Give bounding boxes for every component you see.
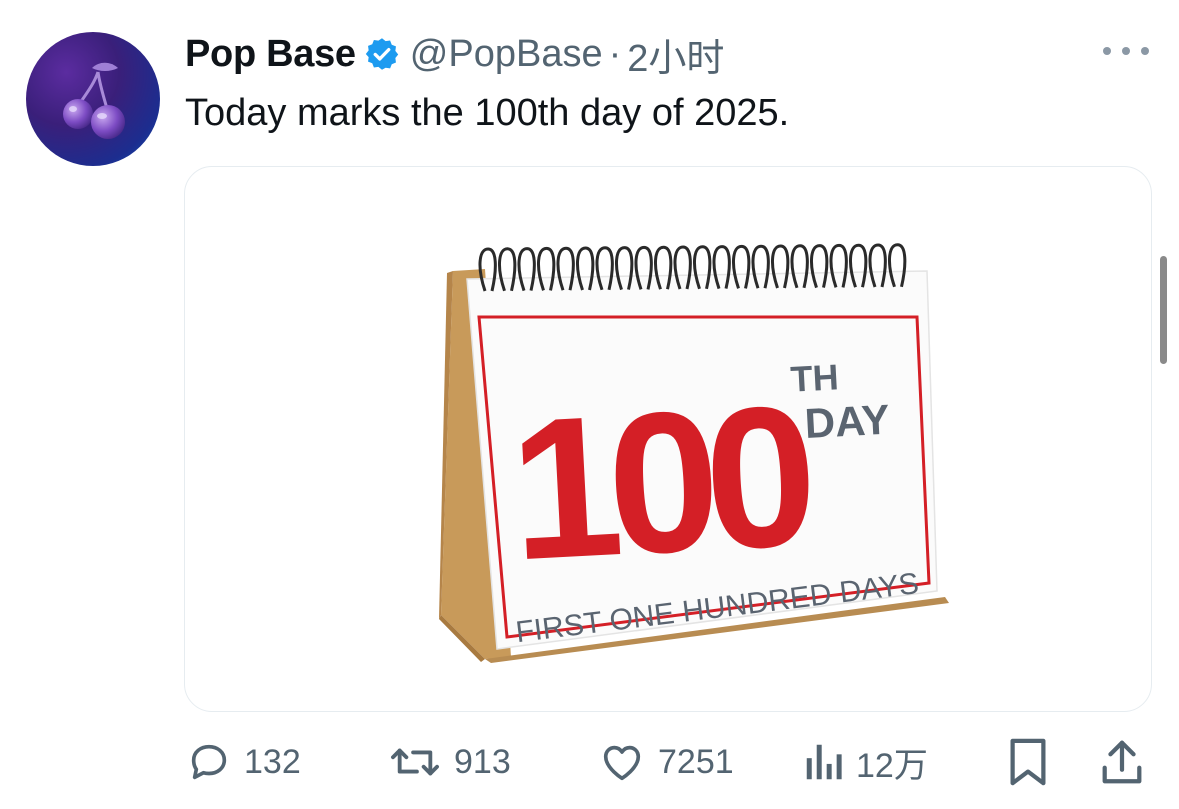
handle[interactable]: @PopBase	[410, 33, 603, 76]
tweet-header: Pop Base @PopBase · 2小时	[185, 28, 724, 80]
views-button[interactable]: 12万	[804, 732, 928, 792]
reply-button[interactable]: 132	[186, 732, 301, 792]
tweet[interactable]: Pop Base @PopBase · 2小时 Today marks the …	[0, 0, 1179, 809]
reply-count: 132	[244, 742, 301, 781]
more-options-icon[interactable]	[1103, 36, 1149, 66]
bookmark-icon	[1010, 738, 1046, 786]
calendar-day-word: DAY	[804, 396, 891, 447]
tweet-text: Today marks the 100th day of 2025.	[185, 92, 790, 134]
separator: ·	[608, 32, 622, 75]
like-button[interactable]: 7251	[598, 732, 734, 792]
verified-badge-icon[interactable]	[364, 36, 400, 72]
cherries-icon	[63, 62, 125, 139]
calendar-number: 100	[505, 364, 815, 602]
display-name[interactable]: Pop Base	[185, 33, 356, 76]
avatar[interactable]	[26, 32, 160, 166]
reply-icon	[191, 744, 227, 780]
scrollbar[interactable]	[1160, 256, 1167, 364]
views-count: 12万	[856, 746, 928, 785]
views-icon	[806, 744, 842, 780]
media-card[interactable]: 100 TH DAY FIRST ONE HUNDRED DAYS	[184, 166, 1152, 712]
like-icon	[603, 745, 641, 781]
bookmark-button[interactable]	[1008, 732, 1048, 792]
share-button[interactable]	[1100, 732, 1144, 792]
timestamp[interactable]: 2小时	[627, 27, 724, 82]
share-icon	[1102, 740, 1142, 784]
like-count: 7251	[658, 742, 734, 781]
action-bar: 132 913 7251 12万	[0, 732, 1179, 792]
desk-calendar-illustration: 100 TH DAY FIRST ONE HUNDRED DAYS	[439, 243, 949, 663]
retweet-icon	[391, 748, 439, 776]
retweet-button[interactable]: 913	[388, 732, 511, 792]
retweet-count: 913	[454, 742, 511, 781]
calendar-suffix: TH	[790, 356, 840, 399]
